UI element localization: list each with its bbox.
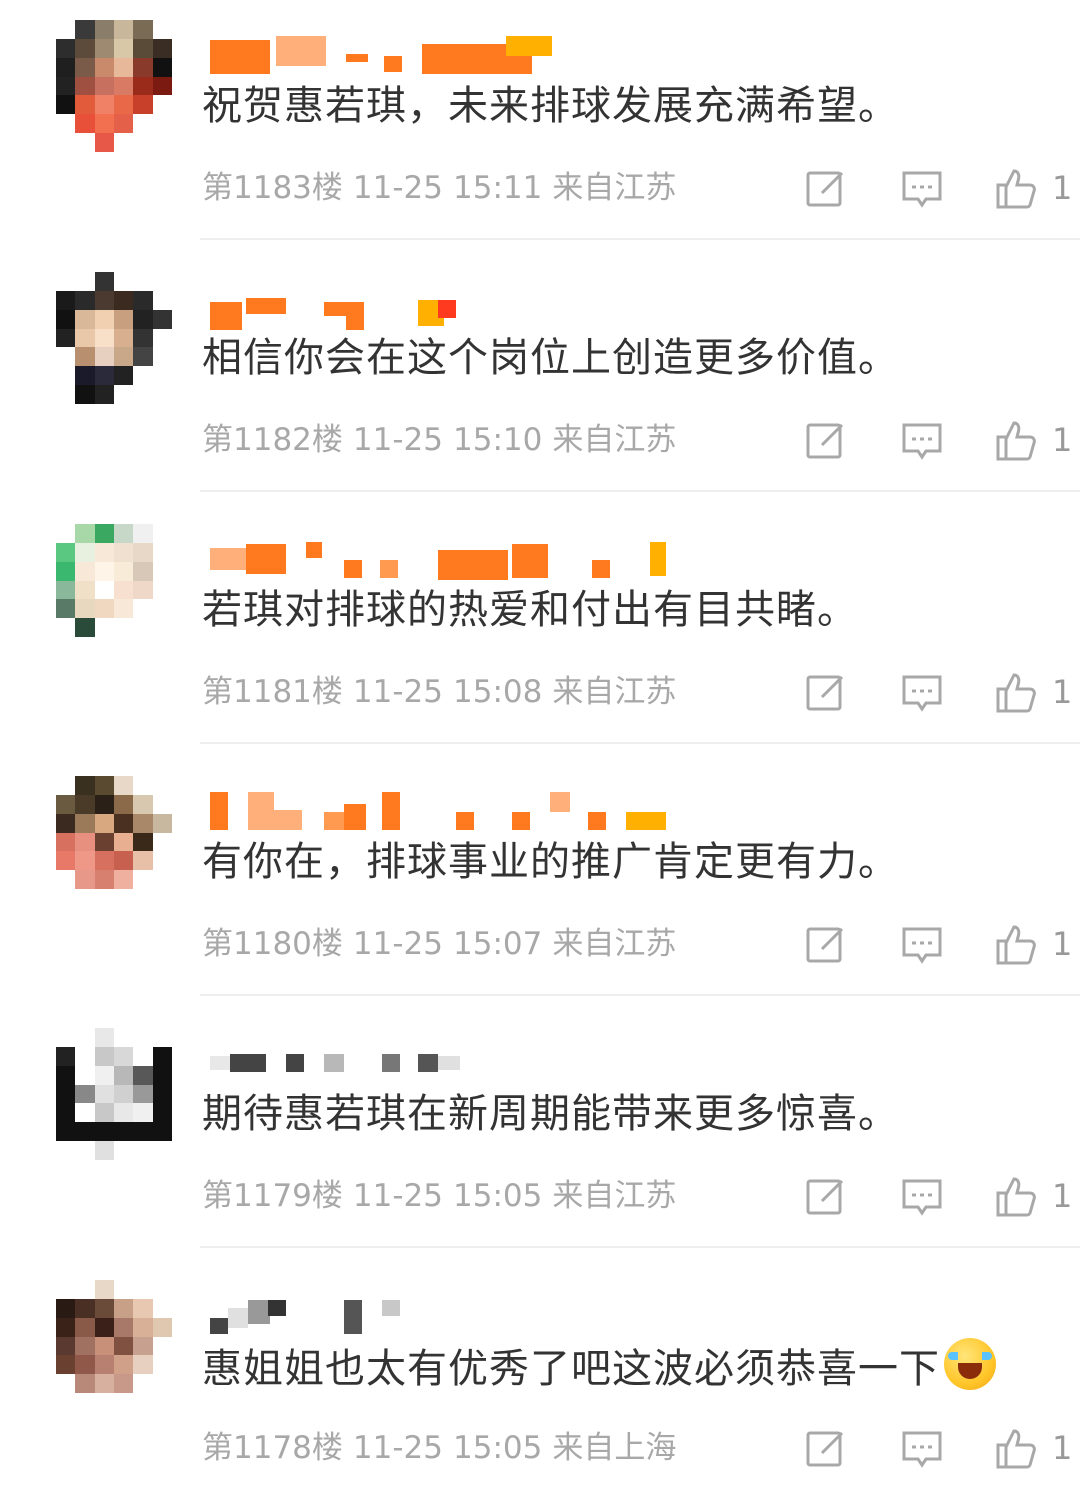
comment-item: 相信你会在这个岗位上创造更多价值。 第1182楼 11-25 15:10 来自江苏 1	[0, 252, 1080, 504]
edit-icon[interactable]	[800, 920, 852, 970]
comment-text: 相信你会在这个岗位上创造更多价值。	[202, 335, 899, 381]
comment-meta: 第1181楼 11-25 15:08 来自江苏	[202, 670, 686, 714]
like-count: 1	[1052, 1177, 1073, 1215]
comment-date: 11-25	[352, 926, 443, 962]
comment-time: 15:11	[453, 170, 543, 206]
comment-item: 祝贺惠若琪，未来排球发展充满希望。 第1183楼 11-25 15:11 来自江苏 1	[0, 0, 1080, 252]
comment-location: 来自上海	[552, 1430, 677, 1466]
comment-time: 15:08	[453, 674, 543, 710]
comment-text: 有你在，排球事业的推广肯定更有力。	[202, 839, 899, 885]
floor-number: 第1180楼	[202, 926, 343, 962]
comment-date: 11-25	[352, 1430, 443, 1466]
thumbs-up-icon[interactable]	[990, 920, 1042, 970]
comment-icon[interactable]	[896, 668, 948, 718]
edit-icon[interactable]	[800, 416, 852, 466]
thumbs-up-icon[interactable]	[990, 1424, 1042, 1474]
avatar[interactable]	[56, 20, 172, 152]
comment-meta: 第1183楼 11-25 15:11 来自江苏	[202, 166, 686, 210]
edit-icon[interactable]	[800, 164, 852, 214]
edit-icon[interactable]	[800, 1424, 852, 1474]
thumbs-up-icon[interactable]	[990, 164, 1042, 214]
comment-meta: 第1178楼 11-25 15:05 来自上海	[202, 1426, 686, 1470]
comment-meta: 第1179楼 11-25 15:05 来自江苏	[202, 1174, 686, 1218]
comment-text: 祝贺惠若琪，未来排球发展充满希望。	[202, 83, 899, 129]
comment-text: 若琪对排球的热爱和付出有目共睹。	[202, 587, 858, 633]
comment-actions: 1	[800, 1424, 1080, 1474]
comment-meta: 第1182楼 11-25 15:10 来自江苏	[202, 418, 686, 462]
divider	[200, 994, 1080, 996]
comment-actions: 1	[800, 164, 1080, 214]
username-blurred[interactable]	[206, 36, 686, 80]
comment-icon[interactable]	[896, 416, 948, 466]
avatar[interactable]	[56, 1028, 172, 1160]
comment-time: 15:07	[453, 926, 543, 962]
comment-item: 有你在，排球事业的推广肯定更有力。 第1180楼 11-25 15:07 来自江苏 1	[0, 756, 1080, 1008]
comment-text: 惠姐姐也太有优秀了吧这波必须恭喜一下	[202, 1338, 996, 1397]
floor-number: 第1178楼	[202, 1430, 343, 1466]
avatar[interactable]	[56, 776, 172, 908]
username-blurred[interactable]	[206, 1044, 686, 1088]
like-count: 1	[1052, 673, 1073, 711]
comment-actions: 1	[800, 416, 1080, 466]
username-blurred[interactable]	[206, 1296, 686, 1340]
floor-number: 第1182楼	[202, 422, 343, 458]
comment-location: 来自江苏	[552, 170, 677, 206]
comment-date: 11-25	[352, 422, 443, 458]
thumbs-up-icon[interactable]	[990, 416, 1042, 466]
comment-icon[interactable]	[896, 920, 948, 970]
comment-actions: 1	[800, 668, 1080, 718]
comment-text-content: 惠姐姐也太有优秀了吧这波必须恭喜一下	[202, 1346, 940, 1392]
comment-item: 期待惠若琪在新周期能带来更多惊喜。 第1179楼 11-25 15:05 来自江苏 1	[0, 1008, 1080, 1260]
username-blurred[interactable]	[206, 792, 686, 836]
comment-actions: 1	[800, 920, 1080, 970]
floor-number: 第1181楼	[202, 674, 343, 710]
comment-actions: 1	[800, 1172, 1080, 1222]
like-count: 1	[1052, 169, 1073, 207]
laughing-crying-emoji-icon	[944, 1338, 996, 1390]
comment-location: 来自江苏	[552, 422, 677, 458]
username-blurred[interactable]	[206, 288, 686, 332]
edit-icon[interactable]	[800, 1172, 852, 1222]
thumbs-up-icon[interactable]	[990, 1172, 1042, 1222]
like-count: 1	[1052, 925, 1073, 963]
comment-item: 若琪对排球的热爱和付出有目共睹。 第1181楼 11-25 15:08 来自江苏 1	[0, 504, 1080, 756]
comment-time: 15:05	[453, 1430, 543, 1466]
comment-icon[interactable]	[896, 164, 948, 214]
comment-date: 11-25	[352, 170, 443, 206]
divider	[200, 742, 1080, 744]
comment-date: 11-25	[352, 674, 443, 710]
comment-date: 11-25	[352, 1178, 443, 1214]
username-blurred[interactable]	[206, 540, 686, 584]
comment-icon[interactable]	[896, 1172, 948, 1222]
divider	[200, 490, 1080, 492]
thumbs-up-icon[interactable]	[990, 668, 1042, 718]
comment-item: 惠姐姐也太有优秀了吧这波必须恭喜一下 第1178楼 11-25 15:05 来自上海 …	[0, 1260, 1080, 1512]
comment-text: 期待惠若琪在新周期能带来更多惊喜。	[202, 1091, 899, 1137]
comment-location: 来自江苏	[552, 926, 677, 962]
comment-location: 来自江苏	[552, 674, 677, 710]
comment-time: 15:10	[453, 422, 543, 458]
floor-number: 第1179楼	[202, 1178, 343, 1214]
avatar[interactable]	[56, 272, 172, 404]
avatar[interactable]	[56, 1280, 172, 1412]
like-count: 1	[1052, 1429, 1073, 1467]
like-count: 1	[1052, 421, 1073, 459]
edit-icon[interactable]	[800, 668, 852, 718]
comment-time: 15:05	[453, 1178, 543, 1214]
divider	[200, 1246, 1080, 1248]
avatar[interactable]	[56, 524, 172, 656]
comment-meta: 第1180楼 11-25 15:07 来自江苏	[202, 922, 686, 966]
divider	[200, 238, 1080, 240]
floor-number: 第1183楼	[202, 170, 343, 206]
comment-icon[interactable]	[896, 1424, 948, 1474]
comment-location: 来自江苏	[552, 1178, 677, 1214]
